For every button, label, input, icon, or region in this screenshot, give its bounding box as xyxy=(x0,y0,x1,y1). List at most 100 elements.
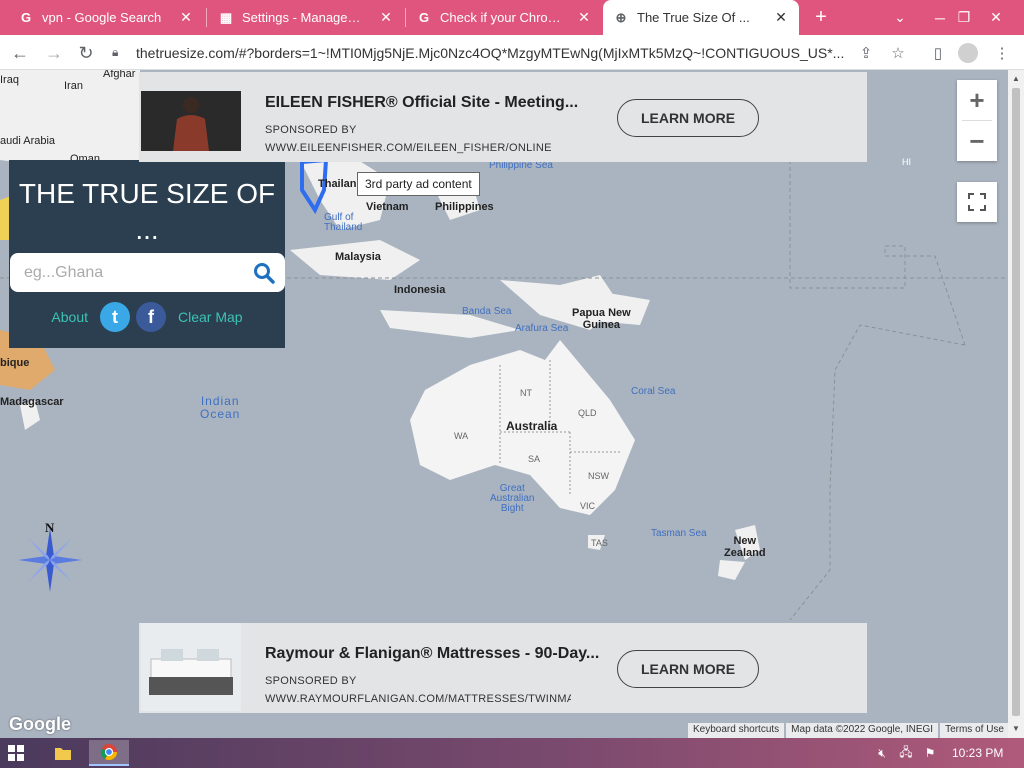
zoom-in-button[interactable]: + xyxy=(957,80,997,120)
scroll-down-icon[interactable]: ▼ xyxy=(1011,724,1021,733)
label-arafura-sea: Arafura Sea xyxy=(515,323,569,334)
label-iraq: Iraq xyxy=(0,74,19,86)
label-saudi-arabia: audi Arabia xyxy=(0,135,56,147)
tab-settings-management[interactable]: ▦ Settings - Management ✕ xyxy=(208,0,404,35)
forward-icon[interactable]: → xyxy=(40,39,68,67)
ad-image-woman xyxy=(141,91,241,151)
page-title: THE TRUE SIZE OF ... xyxy=(18,178,276,245)
label-madagascar: Madagascar xyxy=(0,396,64,408)
ad-sponsor-label: SPONSORED BY xyxy=(265,124,357,136)
file-explorer-taskbar-item[interactable] xyxy=(43,740,83,766)
map-footer: Keyboard shortcuts Map data ©2022 Google… xyxy=(688,723,1011,738)
ad-tooltip: 3rd party ad content xyxy=(357,172,480,196)
close-icon[interactable]: ✕ xyxy=(178,9,194,26)
close-icon[interactable]: ✕ xyxy=(378,9,394,26)
label-vic: VIC xyxy=(580,501,596,511)
tab-check-chrome[interactable]: G Check if your Chrome br ✕ xyxy=(406,0,602,35)
zoom-controls: + − xyxy=(957,80,997,161)
search-box xyxy=(10,253,285,292)
network-icon[interactable]: 🖧︎ xyxy=(898,745,914,761)
label-tasman-sea: Tasman Sea xyxy=(651,528,707,539)
label-hawaii: HI xyxy=(902,157,911,167)
close-icon[interactable]: ✕ xyxy=(773,9,789,26)
ad-url[interactable]: WWW.EILEENFISHER.COM/EILEEN_FISHER/ONLIN… xyxy=(265,142,571,154)
lock-icon[interactable]: 🔒︎ xyxy=(112,45,126,60)
ad-banner-bottom[interactable]: Raymour & Flanigan® Mattresses - 90-Day.… xyxy=(139,623,867,713)
compass-north-label: N xyxy=(45,520,55,535)
side-panel-icon[interactable]: ▯ xyxy=(924,39,952,67)
address-bar[interactable]: 🔒︎ thetruesize.com/#?borders=1~!MTI0Mjg5… xyxy=(112,39,848,66)
chrome-icon xyxy=(100,744,118,761)
search-icon[interactable] xyxy=(253,262,275,284)
twitter-icon[interactable]: t xyxy=(100,302,130,332)
windows-start-icon[interactable] xyxy=(8,745,24,761)
learn-more-button[interactable]: LEARN MORE xyxy=(617,650,759,688)
google-logo[interactable]: Google xyxy=(9,714,71,735)
zoom-out-button[interactable]: − xyxy=(957,121,997,161)
back-icon[interactable]: ← xyxy=(6,39,34,67)
ad-sponsor-label: SPONSORED BY xyxy=(265,675,357,687)
ad-title[interactable]: EILEEN FISHER® Official Site - Meeting..… xyxy=(265,94,578,112)
label-thailand: Thailan xyxy=(318,178,357,190)
scroll-thumb[interactable] xyxy=(1012,88,1020,716)
learn-more-button[interactable]: LEARN MORE xyxy=(617,99,759,137)
label-nt: NT xyxy=(520,388,532,398)
google-icon: G xyxy=(418,10,430,25)
reload-icon[interactable]: ↻ xyxy=(72,39,100,67)
windows-taskbar: 🔇︎ 🖧︎ ⚑ 10:23 PM xyxy=(0,738,1024,768)
close-icon[interactable]: ✕ xyxy=(576,9,592,26)
tab-title: vpn - Google Search xyxy=(42,10,162,25)
notification-icon[interactable]: ⚑ xyxy=(922,745,938,761)
label-qld: QLD xyxy=(578,408,597,418)
profile-avatar[interactable] xyxy=(958,43,978,63)
label-vietnam: Vietnam xyxy=(366,201,409,213)
label-banda-sea: Banda Sea xyxy=(462,306,512,317)
label-mozambique: bique xyxy=(0,357,30,369)
label-nsw: NSW xyxy=(588,471,609,481)
label-indian-ocean: Indian Ocean xyxy=(200,394,241,421)
tab-true-size[interactable]: ⊕ The True Size Of ... ✕ xyxy=(603,0,799,35)
settings-icon: ▦ xyxy=(219,9,233,25)
globe-icon: ⊕ xyxy=(615,9,627,25)
facebook-icon[interactable]: f xyxy=(136,302,166,332)
map-data-attribution: Map data ©2022 Google, INEGI xyxy=(786,723,939,738)
window-close-icon[interactable]: ✕ xyxy=(976,0,1016,35)
browser-toolbar: ← → ↻ 🔒︎ thetruesize.com/#?borders=1~!MT… xyxy=(0,35,1024,70)
new-tab-button[interactable]: + xyxy=(808,0,834,35)
volume-muted-icon[interactable]: 🔇︎ xyxy=(874,745,890,761)
label-tas: TAS xyxy=(591,538,608,548)
label-indonesia: Indonesia xyxy=(394,284,446,296)
label-gulf-of-thailand: Gulf of Thailand xyxy=(324,212,363,233)
country-search-input[interactable] xyxy=(24,261,244,285)
bookmark-star-icon[interactable]: ☆ xyxy=(884,39,912,67)
terms-of-use-link[interactable]: Terms of Use xyxy=(940,723,1009,738)
label-afghanistan: Afghar xyxy=(103,70,136,80)
label-new-zealand: New Zealand xyxy=(724,535,766,559)
ad-url[interactable]: WWW.RAYMOURFLANIGAN.COM/MATTRESSES/TWINM… xyxy=(265,693,571,705)
scroll-up-icon[interactable]: ▲ xyxy=(1011,74,1021,83)
taskbar-clock[interactable]: 10:23 PM xyxy=(952,746,1003,760)
label-coral-sea: Coral Sea xyxy=(631,386,676,397)
page-scrollbar[interactable]: ▲ ▼ xyxy=(1008,70,1024,738)
tab-separator xyxy=(206,8,207,27)
tab-title: The True Size Of ... xyxy=(637,10,750,25)
tab-title: Check if your Chrome br xyxy=(440,10,568,25)
fullscreen-button[interactable] xyxy=(957,182,997,222)
tab-search-icon[interactable]: ⌄ xyxy=(880,0,920,35)
label-papua-new-guinea: Papua New Guinea xyxy=(572,307,631,331)
label-sa: SA xyxy=(528,454,541,464)
clear-map-link[interactable]: Clear Map xyxy=(178,309,243,325)
chrome-taskbar-item[interactable] xyxy=(89,740,129,766)
keyboard-shortcuts-link[interactable]: Keyboard shortcuts xyxy=(688,723,785,738)
label-malaysia: Malaysia xyxy=(335,251,381,263)
menu-icon[interactable]: ⋮ xyxy=(988,39,1016,67)
label-philippines: Philippines xyxy=(435,201,494,213)
ad-title[interactable]: Raymour & Flanigan® Mattresses - 90-Day.… xyxy=(265,645,599,663)
url-text[interactable]: thetruesize.com/#?borders=1~!MTI0Mjg5NjE… xyxy=(136,45,844,61)
about-link[interactable]: About xyxy=(51,309,88,325)
tab-vpn-search[interactable]: G vpn - Google Search ✕ xyxy=(8,0,204,35)
ad-banner-top[interactable]: EILEEN FISHER® Official Site - Meeting..… xyxy=(139,72,867,162)
google-icon: G xyxy=(20,10,32,25)
share-icon[interactable]: ⇪ xyxy=(852,39,880,67)
panel-links: About t f Clear Map xyxy=(9,300,285,334)
